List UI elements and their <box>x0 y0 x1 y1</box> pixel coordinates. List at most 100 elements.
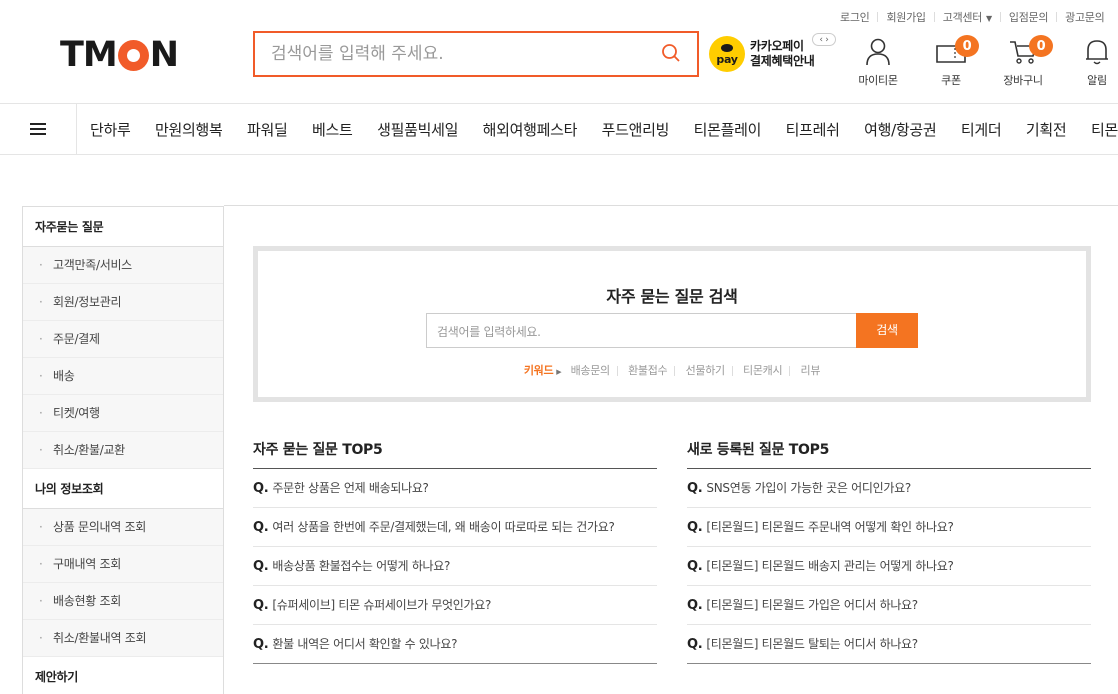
kakaopay-line1: 카카오페이 <box>750 39 804 53</box>
keyword-link[interactable]: 티몬캐시 <box>743 364 783 377</box>
keyword-list: 키워드 ▶ 배송문의 환불접수 선물하기 티몬캐시 리뷰 <box>258 362 1086 378</box>
keyword-link[interactable]: 리뷰 <box>801 364 821 377</box>
question-text: [티몬월드] 티몬월드 배송지 관리는 어떻게 하나요? <box>706 559 954 573</box>
sidebar-section-title[interactable]: 제안하기 <box>23 657 223 694</box>
promo-arrows[interactable]: ‹ › <box>812 33 836 46</box>
logo-text-start: TM <box>60 35 118 75</box>
mytmon-button[interactable]: 마이티몬 <box>848 38 908 88</box>
keyword-link[interactable]: 배송문의 <box>571 364 611 377</box>
faq-search-button[interactable]: 검색 <box>856 313 918 348</box>
ad-inquiry-link[interactable]: 광고문의 <box>1065 9 1105 25</box>
login-link[interactable]: 로그인 <box>840 9 870 25</box>
logo-text-end: N <box>149 35 179 75</box>
q-prefix: Q. <box>687 520 703 535</box>
new-top5-title: 새로 등록된 질문 TOP5 <box>687 439 1091 469</box>
nav-item[interactable]: 단하루 <box>90 119 131 140</box>
new-question[interactable]: Q. [티몬월드] 티몬월드 주문내역 어떻게 확인 하나요? <box>687 508 1091 547</box>
faq-question[interactable]: Q. 여러 상품을 한번에 주문/결제했는데, 왜 배송이 따로따로 되는 건가요… <box>253 508 657 547</box>
content-top-divider <box>224 205 1118 206</box>
new-question[interactable]: Q. [티몬월드] 티몬월드 탈퇴는 어디서 하나요? <box>687 625 1091 664</box>
menu-icon[interactable] <box>0 104 77 154</box>
question-text: 여러 상품을 한번에 주문/결제했는데, 왜 배송이 따로따로 되는 건가요? <box>272 520 615 534</box>
sidebar-item-label: 고객만족/서비스 <box>53 258 132 272</box>
coupon-count-badge: 0 <box>955 35 979 57</box>
sidebar-item[interactable]: 구매내역 조회 <box>23 546 223 583</box>
customer-center-link[interactable]: 고객센터 ▼ <box>943 9 992 25</box>
faq-question[interactable]: Q. 주문한 상품은 언제 배송되나요? <box>253 469 657 508</box>
new-question[interactable]: Q. SNS연동 가입이 가능한 곳은 어디인가요? <box>687 469 1091 508</box>
nav-item[interactable]: 여행/항공권 <box>864 119 937 140</box>
nav-item[interactable]: 베스트 <box>312 119 353 140</box>
tmon-logo[interactable]: TM N <box>60 35 179 75</box>
sidebar-item-label: 구매내역 조회 <box>53 557 121 571</box>
nav-item[interactable]: 티프레쉬 <box>786 119 840 140</box>
customer-center-label: 고객센터 <box>942 11 983 24</box>
sidebar-item-label: 취소/환불내역 조회 <box>53 631 147 645</box>
sidebar-item[interactable]: 배송현황 조회 <box>23 583 223 620</box>
question-text: [티몬월드] 티몬월드 탈퇴는 어디서 하나요? <box>706 637 918 651</box>
question-text: 배송상품 환불접수는 어떻게 하나요? <box>272 559 451 573</box>
keyword-link[interactable]: 선물하기 <box>686 364 726 377</box>
coupon-button[interactable]: 쿠폰 0 <box>921 35 981 88</box>
sidebar-item[interactable]: 티켓/여행 <box>23 395 223 432</box>
nav-item[interactable]: 푸드앤리빙 <box>602 119 670 140</box>
q-prefix: Q. <box>687 637 703 652</box>
nav-item[interactable]: 해외여행페스타 <box>483 119 578 140</box>
nav-item[interactable]: 티몬 <box>1091 119 1118 140</box>
question-text: 환불 내역은 어디서 확인할 수 있나요? <box>272 637 458 651</box>
alarm-button[interactable]: 알림 <box>1067 38 1118 88</box>
utility-bar: 로그인 회원가입 고객센터 ▼ 입점문의 광고문의 <box>0 9 1118 25</box>
kakaopay-promo[interactable]: pay 카카오페이 결제혜택안내 ‹ › <box>709 33 836 72</box>
signup-link[interactable]: 회원가입 <box>886 9 926 25</box>
nav-item[interactable]: 파워딜 <box>247 119 288 140</box>
faq-question[interactable]: Q. 환불 내역은 어디서 확인할 수 있나요? <box>253 625 657 664</box>
nav-item[interactable]: 기획전 <box>1026 119 1067 140</box>
header-search <box>253 31 699 77</box>
q-prefix: Q. <box>253 637 269 652</box>
caret-down-icon: ▼ <box>986 14 992 23</box>
triangle-right-icon: ▶ <box>556 368 562 376</box>
person-icon <box>866 38 890 66</box>
search-input[interactable] <box>255 33 635 75</box>
sidebar-item-label: 회원/정보관리 <box>53 295 122 309</box>
nav-item[interactable]: 생필품빅세일 <box>377 119 458 140</box>
nav-item[interactable]: 티게더 <box>961 119 1002 140</box>
category-nav: 단하루 만원의행복 파워딜 베스트 생필품빅세일 해외여행페스타 푸드앤리빙 티… <box>0 103 1118 155</box>
cart-button[interactable]: 장바구니 0 <box>993 35 1053 88</box>
sidebar-item-label: 주문/결제 <box>53 332 100 346</box>
logo-o-mark <box>117 39 149 71</box>
kakaopay-icon: pay <box>709 36 745 72</box>
sidebar-item[interactable]: 취소/환불/교환 <box>23 432 223 469</box>
keyword-link[interactable]: 환불접수 <box>628 364 668 377</box>
search-icon[interactable] <box>661 43 681 63</box>
bell-icon <box>1086 40 1108 65</box>
new-question[interactable]: Q. [티몬월드] 티몬월드 가입은 어디서 하나요? <box>687 586 1091 625</box>
mytmon-label: 마이티몬 <box>858 74 898 87</box>
sidebar-section-title[interactable]: 자주묻는 질문 <box>23 207 223 247</box>
faq-top5-title: 자주 묻는 질문 TOP5 <box>253 439 657 469</box>
sidebar-section-title[interactable]: 나의 정보조회 <box>23 469 223 509</box>
nav-item[interactable]: 티몬플레이 <box>694 119 762 140</box>
sidebar-item[interactable]: 배송 <box>23 358 223 395</box>
faq-question[interactable]: Q. 배송상품 환불접수는 어떻게 하나요? <box>253 547 657 586</box>
partner-inquiry-link[interactable]: 입점문의 <box>1009 9 1049 25</box>
question-text: [티몬월드] 티몬월드 주문내역 어떻게 확인 하나요? <box>706 520 954 534</box>
sidebar-item-label: 취소/환불/교환 <box>53 443 125 457</box>
new-top5: 새로 등록된 질문 TOP5 Q. SNS연동 가입이 가능한 곳은 어디인가요?… <box>687 439 1091 664</box>
nav-item[interactable]: 만원의행복 <box>155 119 223 140</box>
faq-search-input[interactable]: 검색어를 입력하세요. <box>426 313 857 348</box>
alarm-label: 알림 <box>1087 74 1107 87</box>
sidebar-item[interactable]: 주문/결제 <box>23 321 223 358</box>
sidebar-item[interactable]: 상품 문의내역 조회 <box>23 509 223 546</box>
question-text: SNS연동 가입이 가능한 곳은 어디인가요? <box>706 481 911 495</box>
sidebar-item[interactable]: 고객만족/서비스 <box>23 247 223 284</box>
sidebar-item[interactable]: 회원/정보관리 <box>23 284 223 321</box>
new-question[interactable]: Q. [티몬월드] 티몬월드 배송지 관리는 어떻게 하나요? <box>687 547 1091 586</box>
cart-label: 장바구니 <box>1003 74 1043 87</box>
q-prefix: Q. <box>687 598 703 613</box>
kakaopay-line2: 결제혜택안내 <box>750 54 815 68</box>
q-prefix: Q. <box>253 520 269 535</box>
faq-question[interactable]: Q. [슈퍼세이브] 티몬 슈퍼세이브가 무엇인가요? <box>253 586 657 625</box>
sidebar-item[interactable]: 취소/환불내역 조회 <box>23 620 223 657</box>
q-prefix: Q. <box>253 481 269 496</box>
